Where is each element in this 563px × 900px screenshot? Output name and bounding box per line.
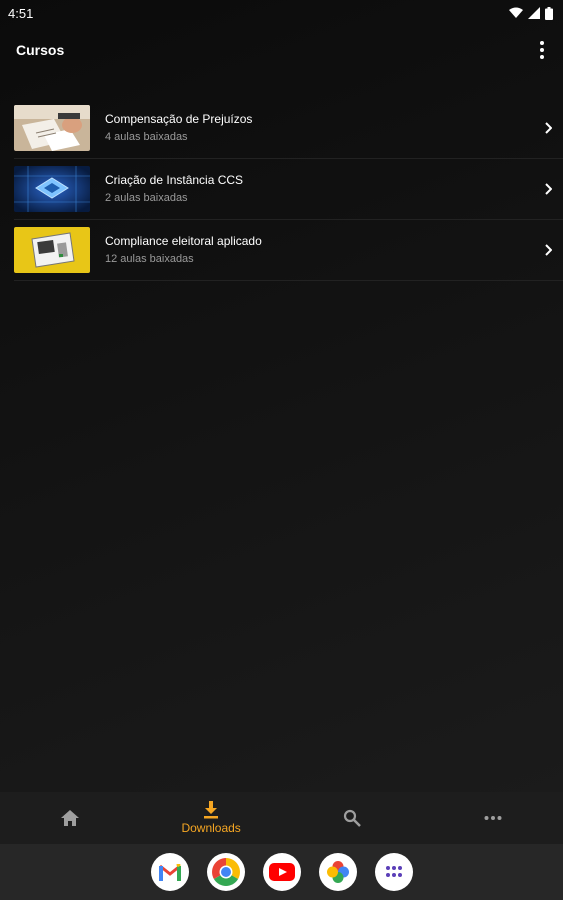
course-title: Criação de Instância CCS [105,173,244,187]
bottom-navigation: Downloads [0,792,563,844]
chrome-icon[interactable] [206,853,245,891]
course-list: Compensação de Prejuízos 4 aulas baixada… [0,98,563,281]
course-item-compensacao[interactable]: Compensação de Prejuízos 4 aulas baixada… [14,98,563,159]
course-subtitle: 4 aulas baixadas [105,131,188,143]
status-time: 4:51 [8,5,34,21]
status-bar: 4:51 [0,0,563,26]
search-icon [343,809,361,827]
wifi-icon [509,7,523,18]
cell-signal-icon [528,7,540,19]
app-drawer-icon[interactable] [374,853,413,891]
course-thumbnail [14,166,90,212]
more-vert-icon[interactable] [535,40,549,60]
course-text: Compliance eleitoral aplicado 12 aulas b… [105,233,533,267]
course-thumbnail [14,105,90,151]
more-horiz-icon [484,816,502,820]
chevron-right-icon [533,244,563,256]
course-title: Compensação de Prejuízos [105,112,253,126]
nav-downloads[interactable]: Downloads [141,792,282,844]
ballot-box-image [14,227,90,273]
course-item-ccs[interactable]: Criação de Instância CCS 2 aulas baixada… [14,159,563,220]
photos-icon[interactable] [318,853,357,891]
chevron-right-icon [533,122,563,134]
circuit-chip-image [14,166,90,212]
page-title: Cursos [16,42,65,58]
nav-downloads-label: Downloads [181,821,241,835]
nav-search[interactable] [282,792,423,844]
top-app-bar: Cursos [0,30,563,70]
download-icon [204,801,219,819]
course-thumbnail [14,227,90,273]
battery-icon [545,6,553,20]
course-text: Criação de Instância CCS 2 aulas baixada… [105,172,533,206]
chevron-right-icon [533,183,563,195]
course-text: Compensação de Prejuízos 4 aulas baixada… [105,111,533,145]
youtube-icon[interactable] [262,853,301,891]
status-icons [509,6,553,20]
course-item-compliance[interactable]: Compliance eleitoral aplicado 12 aulas b… [14,220,563,281]
course-subtitle: 2 aulas baixadas [105,192,188,204]
nav-home[interactable] [0,792,141,844]
home-icon [61,810,80,826]
course-title: Compliance eleitoral aplicado [105,234,262,248]
gmail-icon[interactable] [150,853,189,891]
nav-more[interactable] [422,792,563,844]
system-dock [0,844,563,900]
office-paperwork-image [14,105,90,151]
course-subtitle: 12 aulas baixadas [105,253,194,265]
